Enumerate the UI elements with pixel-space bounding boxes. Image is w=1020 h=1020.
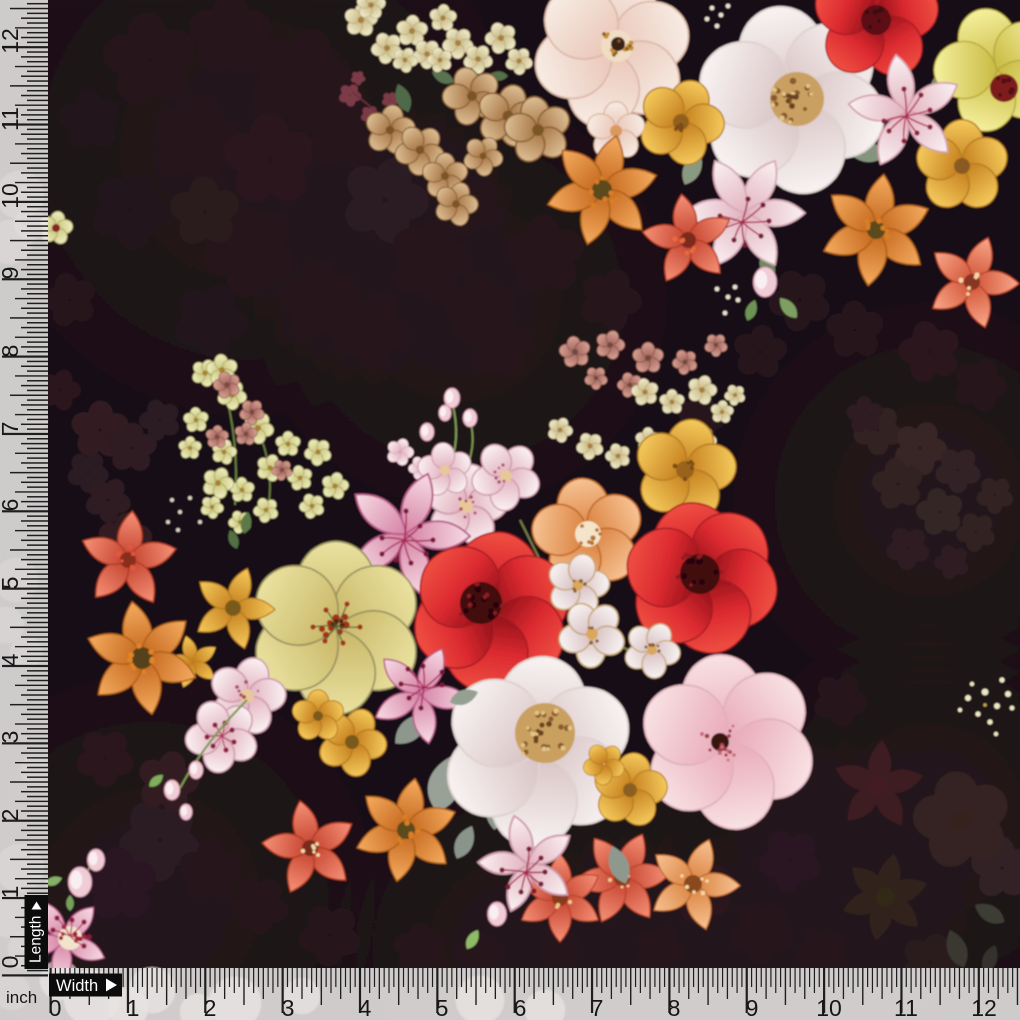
svg-text:7: 7	[0, 422, 23, 435]
svg-text:9: 9	[0, 267, 23, 280]
svg-text:0: 0	[49, 995, 62, 1020]
svg-text:11: 11	[0, 107, 23, 131]
svg-text:12: 12	[971, 995, 997, 1020]
svg-text:Length: Length	[28, 916, 45, 963]
svg-text:3: 3	[0, 731, 23, 744]
svg-text:3: 3	[282, 995, 295, 1020]
svg-text:1: 1	[0, 886, 23, 899]
svg-text:8: 8	[0, 345, 23, 358]
svg-text:10: 10	[0, 183, 23, 209]
svg-text:5: 5	[436, 995, 449, 1020]
svg-text:4: 4	[0, 653, 23, 666]
svg-text:0: 0	[0, 956, 23, 969]
svg-text:2: 2	[204, 995, 217, 1020]
svg-text:5: 5	[0, 577, 23, 590]
svg-text:9: 9	[746, 995, 759, 1020]
svg-text:1: 1	[127, 995, 140, 1020]
svg-text:6: 6	[0, 499, 23, 512]
svg-text:2: 2	[0, 809, 23, 822]
svg-text:12: 12	[0, 28, 23, 54]
svg-text:8: 8	[668, 995, 681, 1020]
svg-text:11: 11	[894, 995, 918, 1020]
svg-text:inch: inch	[6, 988, 37, 1007]
svg-text:10: 10	[816, 995, 842, 1020]
svg-text:7: 7	[591, 995, 604, 1020]
svg-text:6: 6	[514, 995, 527, 1020]
svg-text:Width: Width	[56, 977, 98, 995]
svg-text:4: 4	[359, 995, 372, 1020]
